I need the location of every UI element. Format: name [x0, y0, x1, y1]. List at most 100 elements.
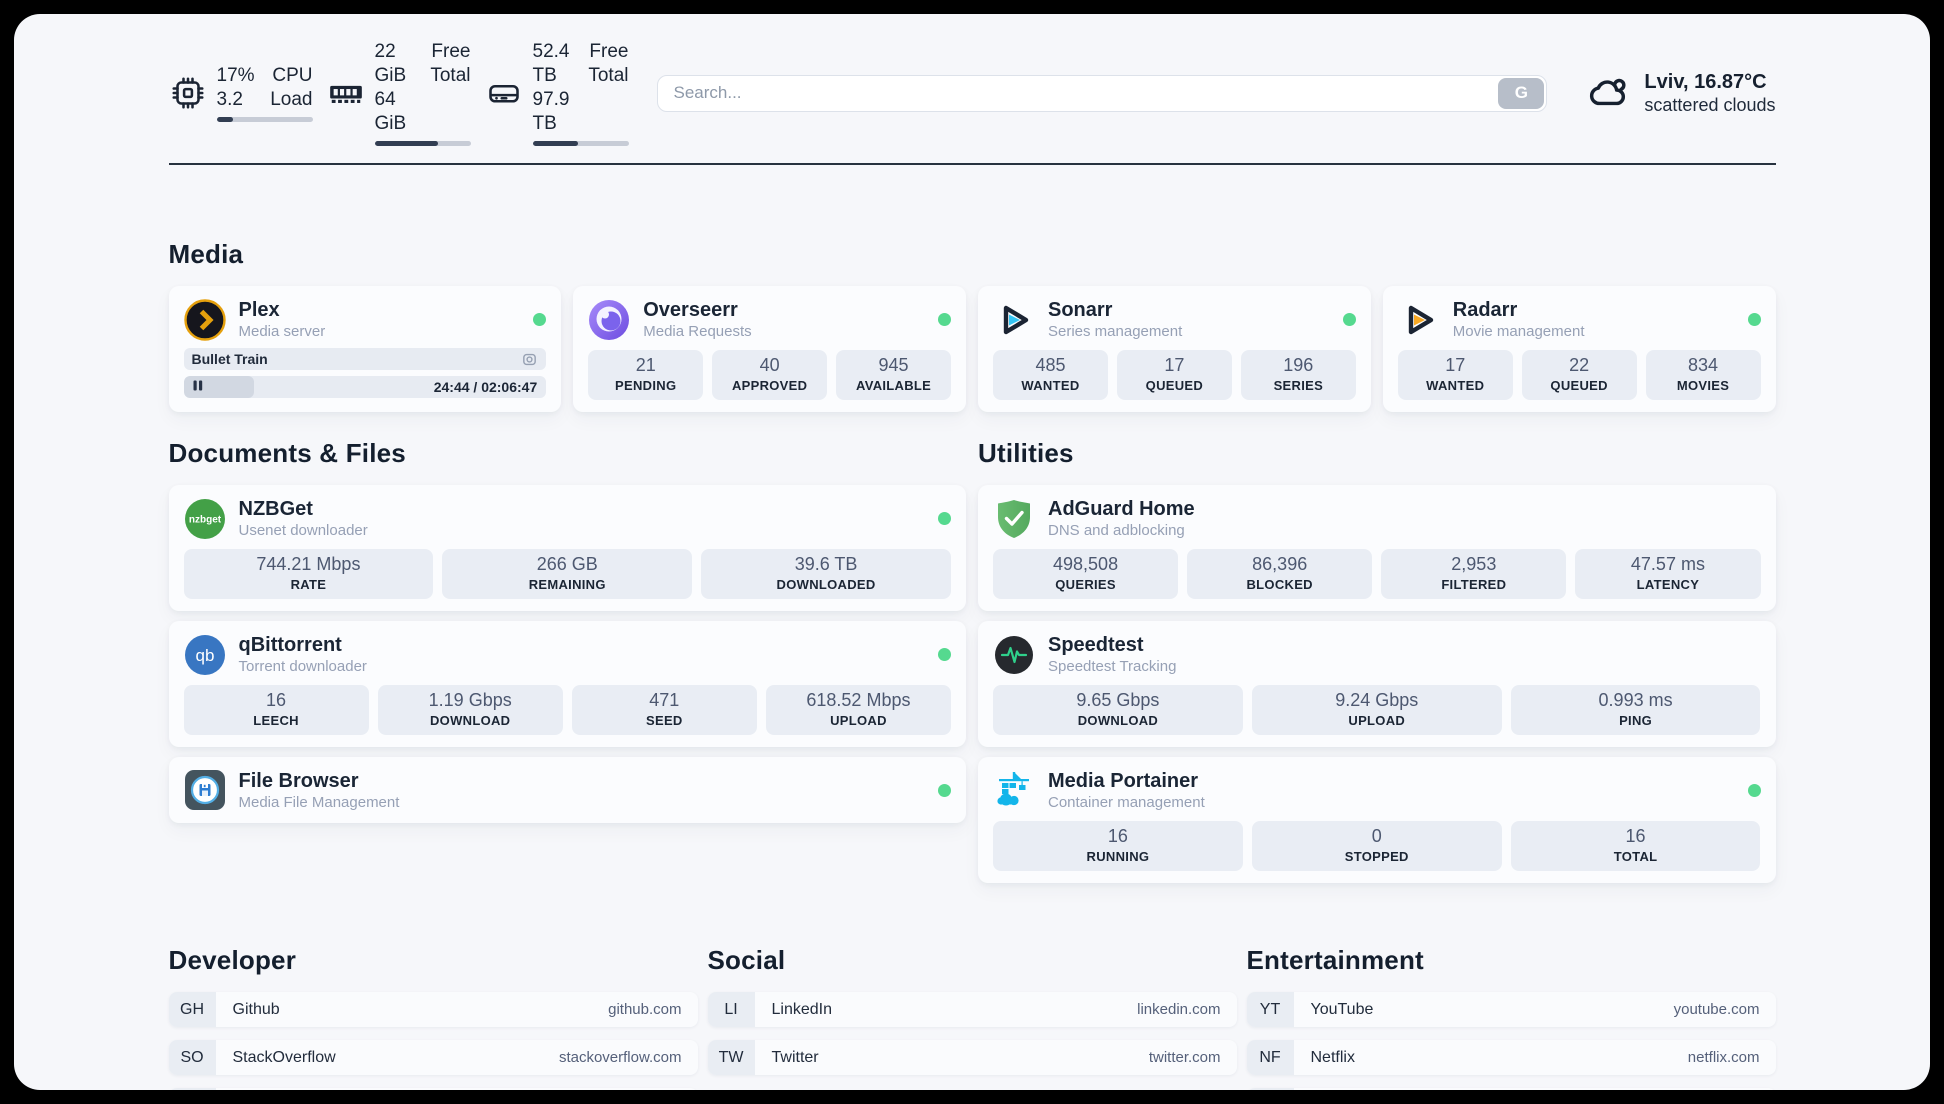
bookmark-stackoverflow[interactable]: SO StackOverflow stackoverflow.com	[168, 1040, 698, 1075]
app-subtitle: Media server	[238, 323, 326, 340]
status-dot	[1342, 313, 1356, 326]
filebrowser-icon	[184, 769, 226, 811]
section-title-entertainment: Entertainment	[1246, 945, 1424, 975]
app-subtitle: Series management	[1048, 323, 1183, 340]
stat-chip: 1.19 Gbps DOWNLOAD	[377, 685, 563, 735]
status-dot	[938, 648, 951, 661]
app-card-filebrowser[interactable]: File Browser Media File Management	[168, 757, 966, 823]
svg-text:nzbget: nzbget	[188, 514, 221, 525]
stat-chip: 9.65 Gbps DOWNLOAD	[993, 685, 1243, 735]
bookmark-group-entertainment: Entertainment YT YouTube youtube.com NF …	[1246, 945, 1776, 1090]
overseerr-icon	[588, 299, 630, 341]
section-title-developer: Developer	[168, 945, 297, 975]
app-title: Sonarr	[1048, 299, 1113, 321]
bookmark-abbr: DT	[168, 1088, 216, 1090]
cpu-values: 17% 3.2	[216, 65, 255, 110]
weather-location-temp: Lviv, 16.87°C	[1644, 70, 1767, 93]
app-title: qBittorrent	[238, 634, 342, 656]
disk-labels: Free Total	[588, 41, 629, 86]
bookmark-reddit[interactable]: RE Reddit reddit.com	[1246, 1088, 1776, 1090]
playback-time: 24:44 / 02:06:47	[433, 379, 538, 395]
bookmark-twitter[interactable]: TW Twitter twitter.com	[707, 1040, 1237, 1075]
weather-widget: Lviv, 16.87°C scattered clouds	[1585, 68, 1776, 119]
cpu-icon	[169, 74, 207, 112]
app-card-sonarr[interactable]: Sonarr Series management 485 WANTED 17 Q…	[978, 286, 1371, 412]
app-subtitle: DNS and adblocking	[1048, 522, 1185, 539]
bookmark-abbr: TW	[707, 1040, 755, 1075]
stat-chip: 47.57 ms LATENCY	[1575, 549, 1761, 599]
cpu-progress-bar	[216, 117, 313, 122]
bookmark-abbr: SO	[168, 1040, 216, 1075]
search-bar: G	[656, 74, 1548, 112]
stat-chip: 21 PENDING	[588, 350, 704, 400]
app-title: Media Portainer	[1048, 770, 1199, 792]
bookmark-name: YouTube	[1310, 1000, 1374, 1018]
bookmark-github[interactable]: GH Github github.com	[168, 992, 698, 1027]
stat-chip: 945 AVAILABLE	[836, 350, 952, 400]
bookmark-abbr: YT	[1246, 992, 1294, 1027]
bookmark-url: twitter.com	[1148, 1049, 1221, 1066]
bookmark-group-developer: Developer GH Github github.com SO StackO…	[168, 945, 698, 1090]
bookmark-abbr: RE	[1246, 1088, 1294, 1090]
now-playing-title: Bullet Train	[191, 351, 268, 367]
stat-chip: 266 GB REMAINING	[442, 549, 693, 599]
app-card-radarr[interactable]: Radarr Movie management 17 WANTED 22 QUE…	[1382, 286, 1776, 412]
bookmark-youtube[interactable]: YT YouTube youtube.com	[1246, 992, 1776, 1027]
app-title: AdGuard Home	[1048, 498, 1195, 520]
app-card-qbittorrent[interactable]: qb qBittorrent Torrent downloader 16 LEE…	[168, 621, 966, 747]
stat-chip: 16 TOTAL	[1510, 821, 1761, 871]
app-card-nzbget[interactable]: nzbget NZBGet Usenet downloader 744.21 M…	[168, 485, 966, 611]
disk-progress-bar	[532, 141, 629, 146]
app-subtitle: Media File Management	[238, 793, 400, 811]
bookmark-name: Netflix	[1310, 1048, 1355, 1066]
stat-chip: 40 APPROVED	[712, 350, 828, 400]
ram-icon	[327, 74, 365, 112]
app-card-plex[interactable]: Plex Media server Bullet Train 24:44 / 0…	[168, 286, 562, 412]
qbittorrent-icon: qb	[184, 634, 226, 676]
status-dot	[938, 313, 951, 326]
bookmark-abbr: LI	[707, 992, 755, 1027]
bookmark-netflix[interactable]: NF Netflix netflix.com	[1246, 1040, 1776, 1075]
stat-chip: 0 STOPPED	[1251, 821, 1502, 871]
app-title: File Browser	[238, 769, 359, 792]
svg-text:qb: qb	[195, 646, 214, 665]
bookmark-url: youtube.com	[1673, 1001, 1760, 1018]
bookmark-linkedin[interactable]: LI LinkedIn linkedin.com	[707, 992, 1237, 1027]
bookmark-url: github.com	[608, 1001, 682, 1018]
plex-icon	[183, 298, 226, 341]
app-card-speedtest[interactable]: Speedtest Speedtest Tracking 9.65 Gbps D…	[978, 621, 1776, 747]
stat-chip: 17 QUEUED	[1116, 350, 1232, 400]
stat-chip: 39.6 TB DOWNLOADED	[701, 549, 951, 599]
section-title-documents: Documents & Files	[168, 438, 406, 468]
playback-progress: 24:44 / 02:06:47	[183, 376, 547, 398]
weather-condition: scattered clouds	[1644, 94, 1776, 115]
bookmark-abbr: NF	[1246, 1040, 1294, 1075]
app-title: NZBGet	[238, 498, 313, 520]
stat-chip: 0.993 ms PING	[1510, 685, 1761, 735]
session-screen-icon[interactable]	[521, 351, 538, 368]
disk-values: 52.4 TB 97.9 TB	[532, 41, 570, 134]
app-card-overseerr[interactable]: Overseerr Media Requests 21 PENDING 40 A…	[573, 286, 966, 412]
bookmark-dev[interactable]: DT DEV dev.to	[168, 1088, 698, 1090]
cpu-metric: 17% 3.2 CPU Load	[169, 64, 313, 122]
bookmark-name: Twitter	[771, 1048, 819, 1066]
section-title-utilities: Utilities	[978, 438, 1074, 468]
stat-chip: 618.52 Mbps UPLOAD	[765, 685, 951, 735]
stat-chip: 196 SERIES	[1240, 350, 1356, 400]
ram-labels: Free Total	[430, 41, 471, 86]
app-card-portainer[interactable]: Media Portainer Container management 16 …	[978, 757, 1776, 883]
bookmark-name: StackOverflow	[232, 1048, 336, 1066]
search-input[interactable]	[656, 74, 1548, 112]
stat-chip: 2,953 FILTERED	[1381, 549, 1567, 599]
stat-chip: 22 QUEUED	[1521, 350, 1637, 400]
app-subtitle: Torrent downloader	[238, 658, 367, 675]
search-engine-button[interactable]: G	[1498, 77, 1545, 109]
stat-chip: 471 SEED	[571, 685, 757, 735]
bookmark-abbr: GH	[168, 992, 216, 1027]
stat-chip: 485 WANTED	[993, 350, 1108, 400]
app-card-adguard[interactable]: AdGuard Home DNS and adblocking 498,508 …	[978, 485, 1776, 611]
status-dot	[1747, 784, 1761, 797]
system-metrics: 17% 3.2 CPU Load 22 GiB 64 GiB Free Tota…	[169, 40, 629, 146]
pause-icon[interactable]	[193, 378, 203, 396]
bookmark-url: netflix.com	[1687, 1049, 1760, 1066]
